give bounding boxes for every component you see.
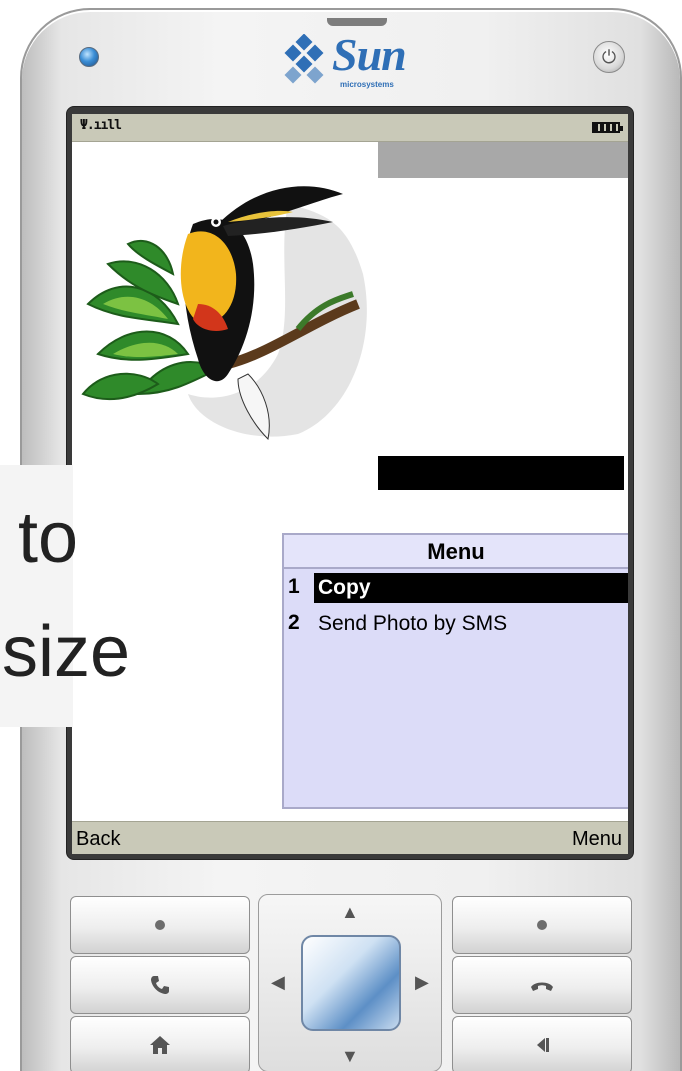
sun-logo: Sun microsystems	[278, 26, 428, 96]
nav-left-icon[interactable]: ◀	[271, 973, 285, 991]
home-button[interactable]	[70, 1016, 250, 1071]
menu-item-number: 2	[288, 611, 300, 634]
sun-diamond-icon	[284, 34, 324, 84]
caption-text-clip: e to n size	[0, 465, 230, 727]
softkey-bar: Back Menu	[72, 821, 628, 854]
earpiece	[327, 18, 387, 26]
menu-item-copy[interactable]: 1 Copy	[284, 569, 628, 605]
options-menu: Menu 1 Copy 2 Send Photo by SMS	[282, 533, 628, 809]
image-bar-bottom	[378, 456, 624, 490]
end-call-button[interactable]	[452, 956, 632, 1014]
right-softkey-button[interactable]	[452, 896, 632, 954]
signal-strength-icon: Ψ.ııll	[80, 118, 122, 133]
power-button[interactable]: ⏻	[593, 41, 625, 73]
image-bar-top	[378, 142, 628, 178]
call-button[interactable]	[70, 956, 250, 1014]
menu-item-number: 1	[288, 575, 300, 598]
caption-line-1: e to	[0, 498, 79, 578]
menu-item-send-photo-sms[interactable]: 2 Send Photo by SMS	[284, 605, 628, 641]
brand-name: Sun	[332, 29, 407, 80]
dot-icon	[155, 920, 165, 930]
brand-subtitle: microsystems	[340, 80, 394, 89]
status-bar: Ψ.ııll	[72, 114, 628, 142]
nav-down-icon[interactable]: ▼	[341, 1047, 359, 1065]
backspace-icon	[537, 1038, 549, 1052]
nav-right-icon[interactable]: ▶	[415, 973, 429, 991]
nav-select-button[interactable]	[301, 935, 401, 1031]
back-softkey[interactable]: Back	[76, 828, 120, 851]
clear-button[interactable]	[452, 1016, 632, 1071]
nav-up-icon[interactable]: ▲	[341, 903, 359, 921]
home-icon	[150, 1036, 170, 1054]
dot-icon	[537, 920, 547, 930]
navigation-pad[interactable]: ▲ ▼ ◀ ▶	[258, 894, 442, 1071]
toucan-photo	[81, 186, 367, 441]
caption-line-2: n size	[0, 612, 131, 692]
menu-title: Menu	[284, 535, 628, 569]
status-led-icon	[79, 47, 99, 67]
phone-call-icon	[151, 976, 169, 994]
menu-item-label: Send Photo by SMS	[318, 612, 508, 635]
menu-item-label: Copy	[314, 573, 628, 603]
left-softkey-button[interactable]	[70, 896, 250, 954]
menu-softkey[interactable]: Menu	[572, 828, 622, 851]
battery-icon	[592, 122, 623, 133]
phone-hangup-icon	[531, 982, 553, 991]
